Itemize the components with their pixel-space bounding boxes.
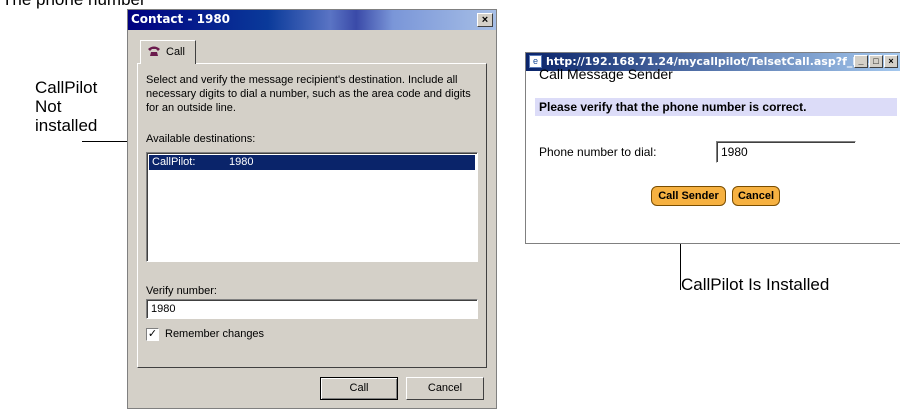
destination-name: CallPilot: <box>152 156 196 168</box>
phone-number-label: Phone number to dial: <box>539 145 657 159</box>
caption-line-3: installed <box>35 116 98 135</box>
contact-dialog: Contact - 1980 × Call Select and verify … <box>127 9 497 409</box>
callpilot-not-installed-caption: CallPilot Not installed <box>35 78 97 135</box>
verify-banner: Please verify that the phone number is c… <box>535 98 897 116</box>
verify-number-field[interactable]: 1980 <box>146 299 478 319</box>
cancel-button[interactable]: Cancel <box>406 377 484 400</box>
maximize-button[interactable]: □ <box>869 55 883 68</box>
verify-number-label: Verify number: <box>146 285 217 297</box>
instructions-text: Select and verify the message recipient'… <box>146 74 471 114</box>
dialog-title: Contact - 1980 <box>131 12 231 26</box>
banner-text: Please verify that the phone number is c… <box>539 100 807 114</box>
top-caption: The phone number <box>2 0 146 9</box>
left-pointer-line <box>82 141 127 142</box>
caption-line-1: CallPilot <box>35 78 98 97</box>
phone-handset-icon <box>147 44 161 60</box>
tab-label: Call <box>166 46 185 58</box>
list-item[interactable]: CallPilot: 1980 <box>149 155 475 170</box>
remember-changes-label: Remember changes <box>165 328 265 340</box>
destination-number: 1980 <box>229 156 254 168</box>
dialog-titlebar: Contact - 1980 × <box>128 10 496 30</box>
caption-line-2: Not <box>35 97 62 116</box>
destinations-listbox[interactable]: CallPilot: 1980 <box>146 152 478 262</box>
popup-cancel-button[interactable]: Cancel <box>732 186 780 206</box>
phone-number-field[interactable]: 1980 <box>716 141 856 163</box>
callpilot-installed-caption: CallPilot Is Installed <box>681 275 830 294</box>
call-button[interactable]: Call <box>320 377 398 400</box>
call-sender-button[interactable]: Call Sender <box>651 186 726 206</box>
popup-close-button[interactable]: × <box>884 55 898 68</box>
tab-call[interactable]: Call <box>140 40 196 64</box>
popup-heading: Call Message Sender <box>539 66 673 82</box>
remember-changes-checkbox[interactable]: ✓ <box>146 328 159 341</box>
close-button[interactable]: × <box>477 13 493 27</box>
call-tab-panel: Select and verify the message recipient'… <box>137 63 487 368</box>
available-destinations-label: Available destinations: <box>146 133 256 145</box>
minimize-button[interactable]: _ <box>854 55 868 68</box>
